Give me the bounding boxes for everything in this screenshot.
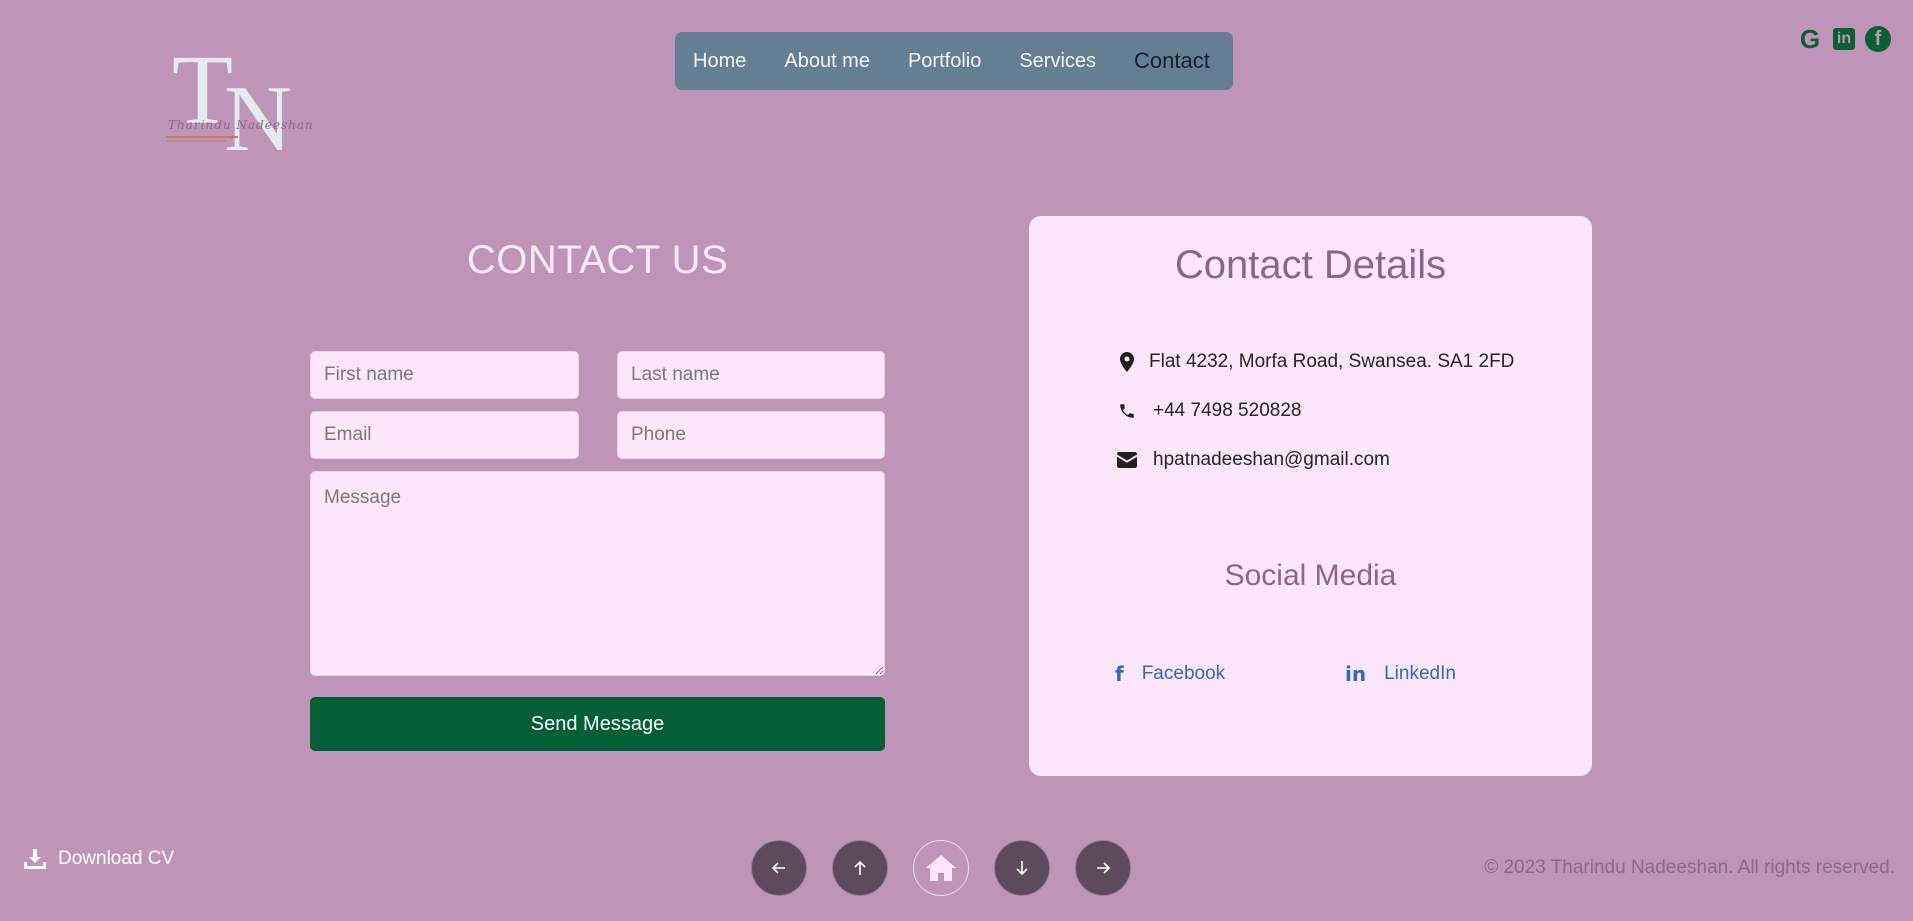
phone-icon xyxy=(1115,402,1139,420)
home-icon xyxy=(926,855,956,881)
home-button[interactable] xyxy=(913,840,969,896)
linkedin-label: LinkedIn xyxy=(1384,663,1456,684)
linkedin-icon: in xyxy=(1345,662,1367,686)
scroll-up-button[interactable] xyxy=(832,840,888,896)
contact-us-title: CONTACT US xyxy=(466,238,729,282)
map-marker-icon xyxy=(1115,352,1139,372)
send-message-button[interactable]: Send Message xyxy=(310,697,885,751)
email-row: hpatnadeeshan@gmail.com xyxy=(1115,449,1390,471)
email-text: hpatnadeeshan@gmail.com xyxy=(1153,449,1390,470)
contact-details-card: Contact Details Flat 4232, Morfa Road, S… xyxy=(1029,216,1592,776)
social-media-title: Social Media xyxy=(1224,559,1397,592)
nav-portfolio[interactable]: Portfolio xyxy=(908,50,981,73)
facebook-icon: f xyxy=(1115,662,1124,686)
arrow-right-icon xyxy=(1097,862,1111,874)
facebook-icon[interactable]: f xyxy=(1865,26,1891,52)
logo-script-name: Tharindu Nadeeshan xyxy=(168,118,314,132)
last-name-field[interactable] xyxy=(617,351,885,399)
facebook-label: Facebook xyxy=(1141,663,1226,684)
download-icon xyxy=(24,849,46,869)
google-icon[interactable]: G xyxy=(1797,24,1823,54)
phone-row: +44 7498 520828 xyxy=(1115,400,1301,422)
site-logo[interactable]: T N Tharindu Nadeeshan xyxy=(160,40,313,166)
download-cv-label: Download CV xyxy=(58,848,175,869)
logo-tagline-lines xyxy=(166,136,246,144)
envelope-icon xyxy=(1115,452,1139,468)
phone-text: +44 7498 520828 xyxy=(1153,400,1302,421)
message-field[interactable] xyxy=(310,471,885,676)
phone-field[interactable] xyxy=(617,411,885,459)
arrow-up-icon xyxy=(854,860,866,875)
page-navigation xyxy=(751,840,1131,896)
email-field[interactable] xyxy=(310,411,579,459)
first-name-field[interactable] xyxy=(310,351,579,399)
linkedin-icon[interactable]: in xyxy=(1833,28,1855,50)
main-nav: Home About me Portfolio Services Contact xyxy=(675,32,1233,90)
copyright-text: © 2023 Tharindu Nadeeshan. All rights re… xyxy=(1484,857,1895,878)
nav-contact[interactable]: Contact xyxy=(1134,48,1210,74)
linkedin-link[interactable]: in LinkedIn xyxy=(1345,662,1456,686)
next-page-button[interactable] xyxy=(1075,840,1131,896)
nav-about-me[interactable]: About me xyxy=(784,50,870,73)
contact-details-title: Contact Details xyxy=(1174,243,1447,287)
download-cv-button[interactable]: Download CV xyxy=(24,848,174,870)
nav-services[interactable]: Services xyxy=(1019,50,1096,73)
scroll-down-button[interactable] xyxy=(994,840,1050,896)
facebook-link[interactable]: f Facebook xyxy=(1115,662,1225,686)
header-social-links: G in f xyxy=(1797,24,1891,54)
arrow-down-icon xyxy=(1016,861,1028,876)
nav-home[interactable]: Home xyxy=(693,50,746,73)
address-text: Flat 4232, Morfa Road, Swansea. SA1 2FD xyxy=(1149,351,1515,372)
address-row: Flat 4232, Morfa Road, Swansea. SA1 2FD xyxy=(1115,351,1514,373)
arrow-left-icon xyxy=(771,862,785,874)
prev-page-button[interactable] xyxy=(751,840,807,896)
